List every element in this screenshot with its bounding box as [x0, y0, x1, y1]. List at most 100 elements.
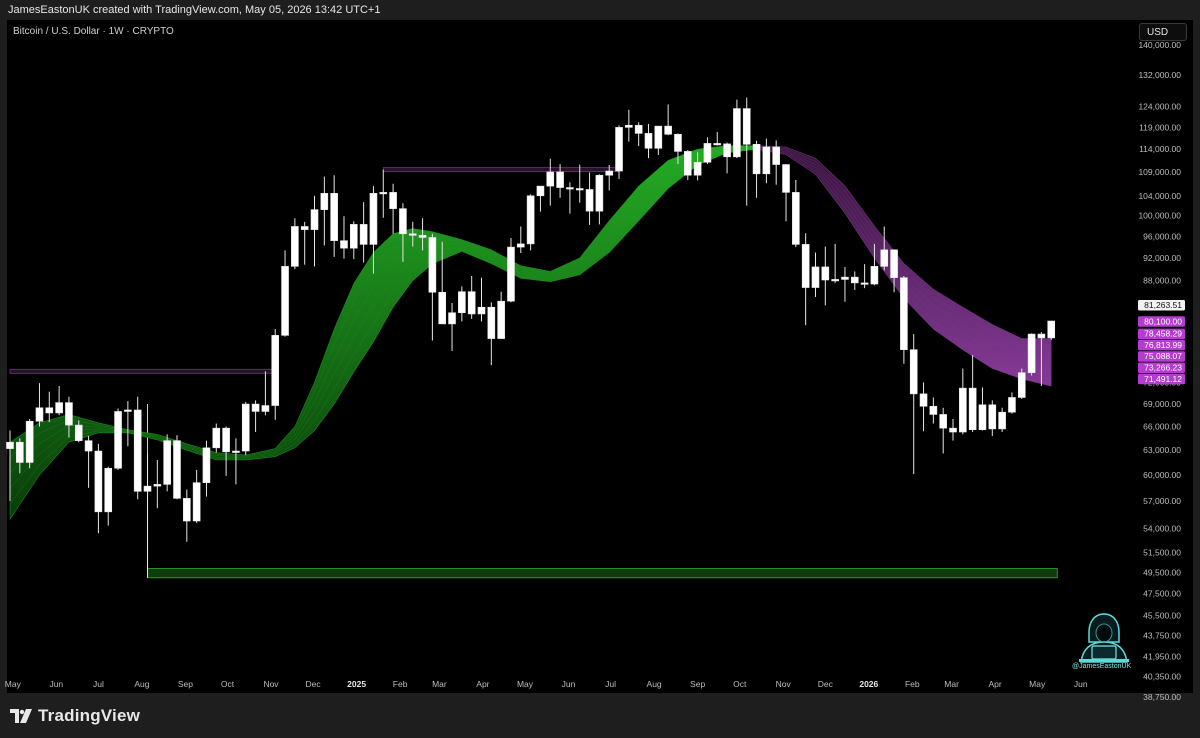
candle: [507, 246, 515, 302]
ribbon-price-text: 76,813.99: [1144, 340, 1182, 350]
candle: [1017, 372, 1026, 398]
candle: [536, 185, 545, 197]
x-tick-label: Jun: [1074, 679, 1088, 689]
y-tick-label: 124,000.00: [1138, 102, 1181, 112]
x-tick-label: Feb: [393, 679, 408, 689]
candle: [65, 402, 73, 426]
y-tick-label: 40,350.00: [1143, 671, 1181, 681]
ribbon-price-text: 73,266.23: [1144, 363, 1182, 373]
candle: [241, 403, 250, 452]
x-tick-label: Apr: [476, 679, 489, 689]
candle: [271, 335, 280, 406]
y-tick-label: 43,750.00: [1143, 630, 1181, 640]
candle: [1047, 320, 1056, 339]
candle: [212, 427, 221, 449]
candle: [526, 195, 535, 245]
x-tick-label: Apr: [988, 679, 1001, 689]
candle: [477, 306, 486, 315]
candle: [143, 485, 152, 492]
candle: [359, 224, 368, 245]
y-tick-label: 92,000.00: [1143, 253, 1181, 263]
candle: [674, 133, 682, 152]
y-tick-label: 88,000.00: [1143, 276, 1181, 286]
candle: [45, 407, 54, 414]
support-zone: [147, 568, 1058, 579]
candle: [104, 467, 113, 513]
candle: [310, 209, 319, 230]
candle: [222, 427, 230, 453]
candle: [880, 249, 889, 267]
candle: [546, 171, 555, 187]
candle: [693, 161, 702, 176]
candle: [438, 291, 447, 325]
candle: [801, 244, 810, 288]
candle: [497, 300, 505, 339]
x-tick-label: May: [5, 679, 22, 689]
candle: [782, 164, 790, 193]
x-tick-label: Jul: [605, 679, 616, 689]
x-tick-label: Mar: [944, 679, 959, 689]
candle: [841, 276, 849, 280]
y-tick-label: 47,500.00: [1143, 589, 1181, 599]
candle: [330, 193, 338, 241]
candle: [772, 146, 780, 165]
candle: [16, 441, 24, 463]
x-tick-label: Feb: [905, 679, 920, 689]
price-chart-svg[interactable]: 140,000.00132,000.00124,000.00119,000.00…: [0, 0, 1200, 738]
candle: [399, 208, 407, 235]
x-tick-label: 2025: [347, 679, 366, 689]
candle: [418, 235, 427, 238]
y-tick-label: 45,500.00: [1143, 610, 1181, 620]
candle: [369, 193, 378, 245]
candle: [595, 174, 604, 212]
candle: [94, 450, 103, 513]
candle: [752, 144, 761, 175]
y-tick-label: 114,000.00: [1139, 144, 1181, 154]
candle: [742, 108, 751, 145]
candle: [408, 233, 417, 236]
x-tick-label: Jun: [562, 679, 576, 689]
candle: [998, 411, 1006, 430]
candle: [251, 403, 260, 412]
candle: [379, 192, 388, 195]
currency-button[interactable]: USD: [1139, 23, 1187, 41]
candle: [153, 484, 162, 487]
candle: [625, 124, 633, 128]
y-tick-label: 41,950.00: [1143, 652, 1181, 662]
candle: [860, 282, 869, 285]
candle: [644, 133, 653, 149]
candle: [850, 276, 859, 284]
candle: [35, 407, 44, 422]
candle: [55, 402, 63, 414]
candle: [664, 125, 672, 135]
candle: [890, 249, 898, 279]
ribbon-price-text: 71,491.12: [1144, 374, 1182, 384]
y-tick-label: 54,000.00: [1143, 523, 1181, 533]
x-tick-label: Aug: [134, 679, 149, 689]
y-tick-label: 66,000.00: [1143, 422, 1181, 432]
candle: [831, 279, 839, 282]
y-tick-label: 69,000.00: [1143, 399, 1181, 409]
candle: [949, 427, 957, 433]
y-tick-label: 132,000.00: [1138, 70, 1181, 80]
current-price-text: 81,263.51: [1144, 300, 1182, 310]
candle: [939, 414, 947, 429]
x-tick-label: Mar: [432, 679, 447, 689]
y-tick-label: 38,750.00: [1143, 692, 1181, 702]
candle: [202, 447, 211, 483]
candle: [615, 127, 623, 172]
candle: [792, 192, 800, 245]
y-tick-label: 119,000.00: [1139, 122, 1181, 132]
candle: [811, 266, 820, 288]
x-tick-label: Jun: [49, 679, 63, 689]
candle: [320, 193, 329, 210]
candle: [870, 266, 879, 285]
candle: [703, 143, 712, 163]
candle: [163, 440, 171, 485]
x-tick-label: Jul: [93, 679, 104, 689]
x-tick-label: Nov: [263, 679, 279, 689]
x-tick-label: Dec: [818, 679, 834, 689]
candle: [291, 226, 299, 267]
candle: [1027, 333, 1036, 373]
y-tick-label: 60,000.00: [1143, 470, 1181, 480]
